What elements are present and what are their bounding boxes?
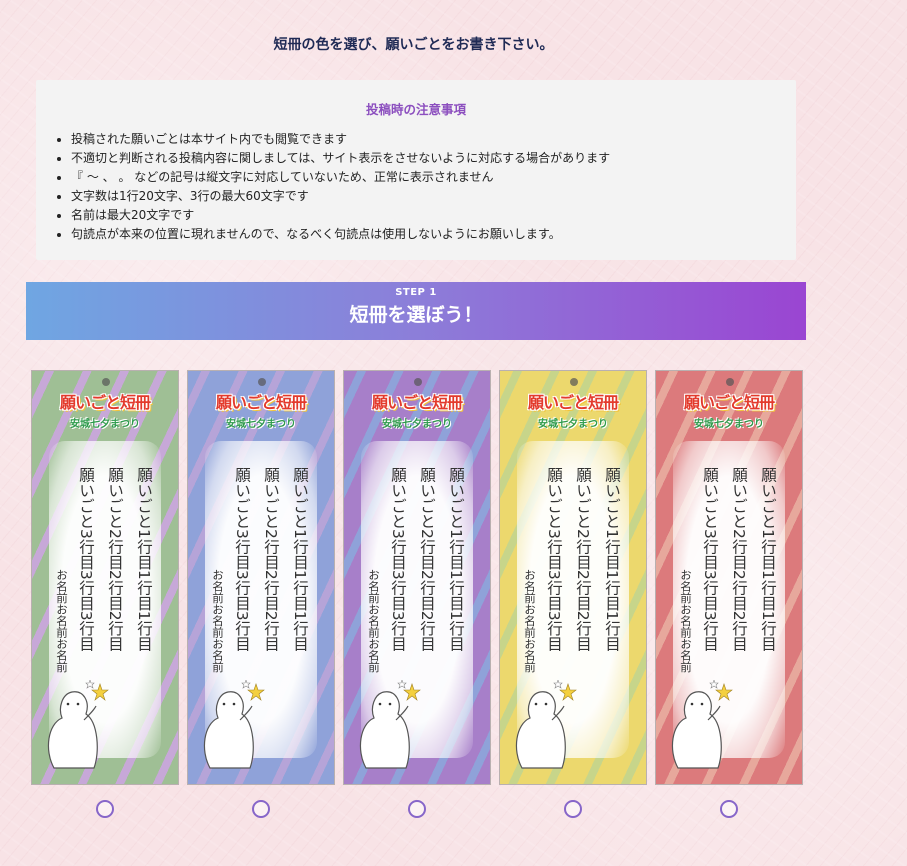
card-hole bbox=[102, 378, 110, 386]
tanzaku-card-red[interactable]: 願いごと短冊安城七夕まつり願いごと1行目1行目1行目 願いごと2行目2行目2行目願… bbox=[655, 370, 803, 785]
notice-item: 投稿された願いごとは本サイト内でも閲覧できます bbox=[71, 130, 796, 149]
card-hole bbox=[414, 378, 422, 386]
mascot-image bbox=[40, 679, 110, 774]
card-logo: 願いごと短冊 bbox=[527, 393, 619, 412]
card-subtitle: 安城七夕まつり bbox=[226, 419, 296, 430]
card-logo: 願いごと短冊 bbox=[215, 393, 307, 412]
card-wish-lines: 願いごと1行目1行目1行目 願いごと2行目2行目2行目 願いごと3行目3行目3行目 bbox=[227, 467, 314, 707]
notice-list: 投稿された願いごとは本サイト内でも閲覧できます 不適切と判断される投稿内容に関し… bbox=[36, 130, 796, 244]
card-logo: 願いごと短冊 bbox=[371, 393, 463, 412]
card-subtitle: 安城七夕まつり bbox=[382, 419, 452, 430]
wish-line-2: 願いごと2行目2行目2行目 bbox=[418, 467, 436, 652]
wish-line-1: 願いごと1行目1行目1行目 bbox=[135, 467, 153, 652]
wish-line-2: 願いごと2行目2行目2行目 bbox=[730, 467, 748, 652]
wish-line-1: 願いごと1行目1行目1行目 bbox=[291, 467, 309, 652]
notice-item: 名前は最大20文字です bbox=[71, 206, 796, 225]
tanzaku-card-yellow[interactable]: 願いごと短冊安城七夕まつり願いごと1行目1行目1行目 願いごと2行目2行目2行目願… bbox=[499, 370, 647, 785]
notice-title: 投稿時の注意事項 bbox=[365, 102, 466, 117]
card-logo: 願いごと短冊 bbox=[59, 393, 151, 412]
tanzaku-radio-red[interactable] bbox=[720, 800, 738, 818]
wish-line-3: 願いごと3行目3行目3行目 bbox=[389, 467, 407, 652]
card-wish-lines: 願いごと1行目1行目1行目 願いごと2行目2行目2行目 願いごと3行目3行目3行目 bbox=[695, 467, 782, 707]
notice-item: 不適切と判断される投稿内容に関しましては、サイト表示をさせないように対応する場合… bbox=[71, 149, 796, 168]
card-wish-lines: 願いごと1行目1行目1行目 願いごと2行目2行目2行目 願いごと3行目3行目3行目 bbox=[539, 467, 626, 707]
mascot-image bbox=[352, 679, 422, 774]
card-subtitle: 安城七夕まつり bbox=[70, 419, 140, 430]
wish-line-1: 願いごと1行目1行目1行目 bbox=[759, 467, 777, 652]
wish-line-3: 願いごと3行目3行目3行目 bbox=[77, 467, 95, 652]
tanzaku-radio-blue[interactable] bbox=[252, 800, 270, 818]
tanzaku-radio-purple[interactable] bbox=[408, 800, 426, 818]
card-hole bbox=[258, 378, 266, 386]
card-wish-lines: 願いごと1行目1行目1行目 願いごと2行目2行目2行目 願いごと3行目3行目3行目 bbox=[71, 467, 158, 707]
card-hole bbox=[726, 378, 734, 386]
step-label: STEP 1 bbox=[395, 287, 437, 298]
card-subtitle: 安城七夕まつり bbox=[694, 419, 764, 430]
mascot-image bbox=[196, 679, 266, 774]
notice-item: 文字数は1行20文字、3行の最大60文字です bbox=[71, 187, 796, 206]
card-wish-lines: 願いごと1行目1行目1行目 願いごと2行目2行目2行目 願いごと3行目3行目3行目 bbox=[383, 467, 470, 707]
wish-line-2: 願いごと2行目2行目2行目 bbox=[262, 467, 280, 652]
tanzaku-radio-green[interactable] bbox=[96, 800, 114, 818]
tanzaku-card-purple[interactable]: 願いごと短冊安城七夕まつり願いごと1行目1行目1行目 願いごと2行目2行目2行目願… bbox=[343, 370, 491, 785]
wish-line-3: 願いごと3行目3行目3行目 bbox=[233, 467, 251, 652]
notice-item: 句読点が本来の位置に現れませんので、なるべく句読点は使用しないようにお願いします… bbox=[71, 225, 796, 244]
wish-line-3: 願いごと3行目3行目3行目 bbox=[701, 467, 719, 652]
step-banner: STEP 1 短冊を選ぼう！ bbox=[26, 282, 806, 340]
wish-line-3: 願いごと3行目3行目3行目 bbox=[545, 467, 563, 652]
tanzaku-card-blue[interactable]: 願いごと短冊安城七夕まつり願いごと1行目1行目1行目 願いごと2行目2行目2行目願… bbox=[187, 370, 335, 785]
card-subtitle: 安城七夕まつり bbox=[538, 419, 608, 430]
wish-line-2: 願いごと2行目2行目2行目 bbox=[574, 467, 592, 652]
tanzaku-radio-yellow[interactable] bbox=[564, 800, 582, 818]
card-logo: 願いごと短冊 bbox=[683, 393, 775, 412]
mascot-image bbox=[508, 679, 578, 774]
wish-line-2: 願いごと2行目2行目2行目 bbox=[106, 467, 124, 652]
wish-line-1: 願いごと1行目1行目1行目 bbox=[603, 467, 621, 652]
wish-line-1: 願いごと1行目1行目1行目 bbox=[447, 467, 465, 652]
notice-box: 投稿時の注意事項 投稿された願いごとは本サイト内でも閲覧できます 不適切と判断さ… bbox=[36, 80, 796, 260]
page-heading: 短冊の色を選び、願いごとをお書き下さい。 bbox=[273, 37, 554, 53]
notice-item: 『 ～ 、 。 などの記号は縦文字に対応していないため、正常に表示されません bbox=[71, 168, 796, 187]
tanzaku-card-green[interactable]: 願いごと短冊安城七夕まつり願いごと1行目1行目1行目 願いごと2行目2行目2行目願… bbox=[31, 370, 179, 785]
step-title: 短冊を選ぼう！ bbox=[349, 304, 483, 326]
card-hole bbox=[570, 378, 578, 386]
mascot-image bbox=[664, 679, 734, 774]
